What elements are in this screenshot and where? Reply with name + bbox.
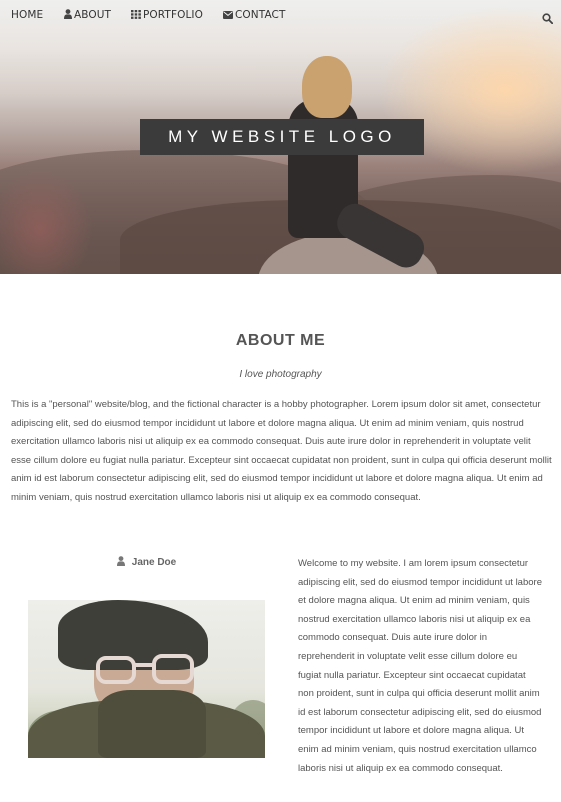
envelope-icon: [223, 10, 233, 22]
site-logo[interactable]: MY WEBSITE LOGO: [140, 119, 424, 155]
photo-glasses-left: [96, 656, 136, 684]
nav-item-portfolio[interactable]: PORTFOLIO: [131, 9, 203, 22]
grid-icon: [131, 10, 141, 22]
about-title: ABOUT ME: [235, 332, 326, 349]
about-body-text: This is a "personal" website/blog, and t…: [11, 399, 552, 503]
hero-banner: MY WEBSITE LOGO: [0, 0, 561, 274]
about-subtitle: I love photography: [239, 369, 322, 380]
nav-item-home-label: HOME: [11, 9, 44, 21]
author-name: Jane Doe: [131, 557, 177, 568]
nav-item-contact[interactable]: CONTACT: [223, 9, 286, 22]
top-navigation: HOME ABOUT PORTFOLIO CONTACT: [0, 0, 561, 30]
nav-item-about[interactable]: ABOUT: [64, 9, 111, 22]
photo-glasses-right: [152, 654, 194, 684]
nav-item-contact-label: CONTACT: [235, 9, 286, 21]
author-row: Jane Doe: [0, 556, 293, 569]
user-icon: [116, 556, 125, 569]
photo-glasses-bridge: [132, 663, 156, 667]
search-icon[interactable]: [542, 9, 554, 25]
user-icon: [64, 9, 72, 22]
hero-person-head: [302, 56, 352, 118]
nav-item-about-label: ABOUT: [74, 9, 112, 21]
welcome-text: Welcome to my website. I am lorem ipsum …: [298, 558, 542, 774]
author-photo: [28, 600, 265, 758]
photo-collar: [98, 690, 206, 758]
site-logo-text: MY WEBSITE LOGO: [168, 127, 396, 146]
nav-item-home[interactable]: HOME: [11, 9, 43, 21]
nav-item-portfolio-label: PORTFOLIO: [143, 9, 203, 21]
